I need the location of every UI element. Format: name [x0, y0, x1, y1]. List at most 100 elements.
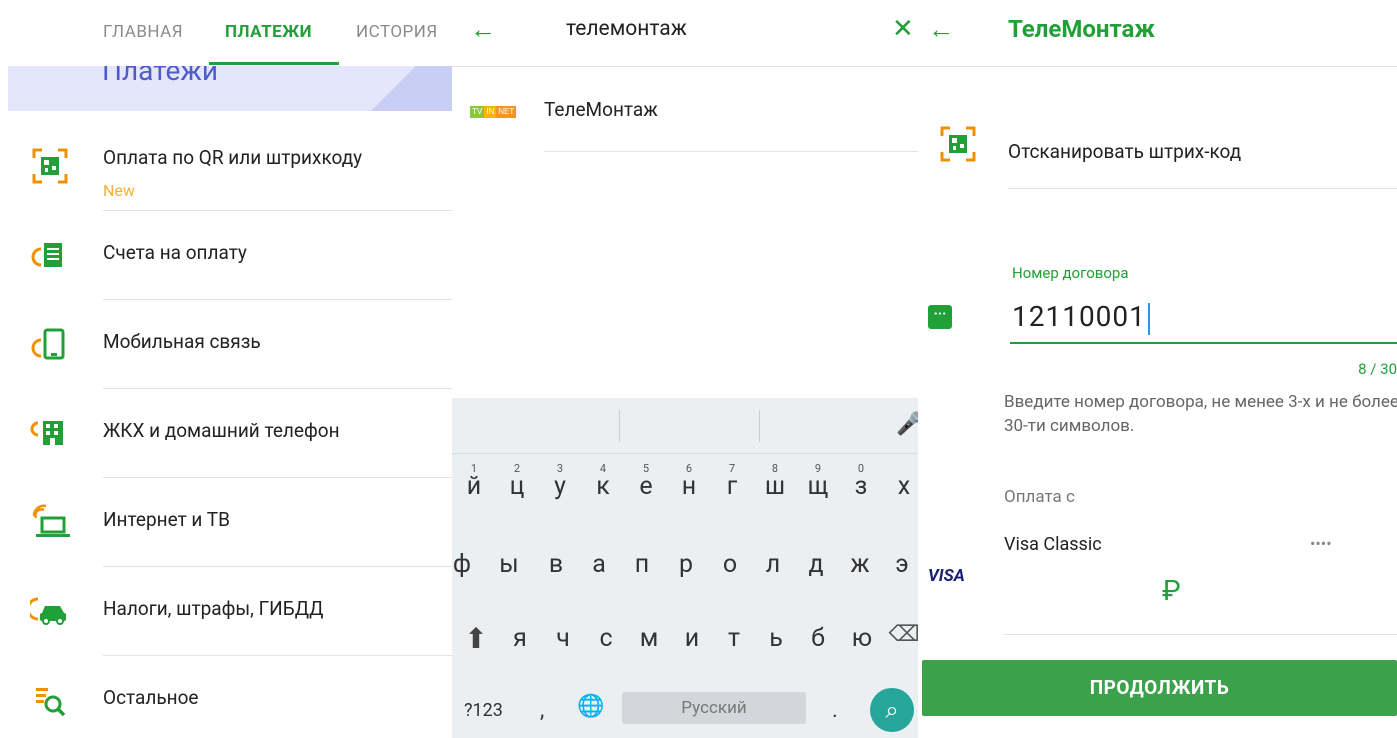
tab-main[interactable]: ГЛАВНАЯ	[103, 22, 183, 42]
tab-history[interactable]: ИСТОРИЯ	[356, 22, 438, 42]
contract-number-value: 12110001	[1012, 300, 1146, 333]
key[interactable]: м	[629, 624, 669, 664]
menu-item-label: Налоги, штрафы, ГИБДД	[103, 597, 324, 620]
menu-item-label: ЖКХ и домашний телефон	[103, 419, 340, 442]
shift-icon[interactable]: ⬆	[456, 622, 496, 662]
more-icon[interactable]: ···	[928, 305, 952, 329]
new-badge: New	[103, 181, 135, 200]
search-key-icon[interactable]: ⌕	[870, 688, 914, 732]
search-input[interactable]: телемонтаж	[566, 17, 687, 41]
card-masked-number: ••••	[1310, 534, 1332, 553]
key[interactable]: д	[796, 550, 836, 590]
key[interactable]: 4к	[583, 462, 623, 512]
header: ← ТелеМонтаж	[918, 0, 1397, 67]
key[interactable]: п	[622, 550, 662, 590]
divider	[619, 410, 620, 442]
scan-barcode-button[interactable]: Отсканировать штрих-код	[1008, 140, 1241, 163]
menu-item-taxes-fines[interactable]: Налоги, штрафы, ГИБДД	[0, 567, 452, 656]
banner-title: Платежи	[102, 66, 219, 87]
menu-item-label: Интернет и ТВ	[103, 508, 230, 531]
result-label: ТелеМонтаж	[544, 98, 658, 121]
key[interactable]: 1й	[454, 462, 494, 512]
text-caret	[1147, 302, 1150, 335]
divider	[759, 410, 760, 442]
input-underline	[1010, 342, 1397, 344]
logo-part: TV	[470, 106, 485, 118]
key[interactable]: и	[672, 624, 712, 664]
menu-item-label: Счета на оплату	[103, 241, 247, 264]
continue-button[interactable]: ПРОДОЛЖИТЬ	[922, 660, 1397, 716]
key[interactable]: ю	[842, 624, 882, 664]
key[interactable]: 0з	[841, 462, 881, 512]
space-key[interactable]: Русский	[622, 692, 806, 724]
divider	[544, 151, 918, 152]
input-hint: Введите номер договора, не менее 3-х и н…	[1004, 392, 1397, 436]
key[interactable]: ь	[756, 624, 796, 664]
pay-from-label: Оплата с	[1004, 487, 1075, 507]
backspace-icon[interactable]: ⌫	[884, 622, 918, 662]
divider	[1004, 634, 1397, 635]
period-key[interactable]: .	[832, 698, 838, 723]
key[interactable]: ы	[489, 550, 529, 590]
tab-payments[interactable]: ПЛАТЕЖИ	[225, 22, 312, 42]
menu-item-label: Мобильная связь	[103, 330, 261, 353]
mobile-phone-icon	[31, 328, 65, 360]
contract-number-input[interactable]: 12110001	[1012, 300, 1150, 335]
key[interactable]: я	[500, 624, 540, 664]
divider	[1008, 188, 1397, 189]
key[interactable]: 9щ	[798, 462, 838, 512]
key[interactable]: 3у	[540, 462, 580, 512]
key[interactable]: 7г	[712, 462, 752, 512]
barcode-scan-icon[interactable]	[938, 124, 978, 164]
back-arrow-icon[interactable]: ←	[470, 14, 496, 45]
key[interactable]: б	[798, 624, 838, 664]
key[interactable]: ж	[840, 550, 880, 590]
key[interactable]: р	[666, 550, 706, 590]
menu-item-label: Оплата по QR или штрихкоду	[103, 146, 363, 169]
microphone-icon[interactable]: 🎤	[896, 412, 918, 437]
back-arrow-icon[interactable]: ←	[928, 14, 954, 45]
key[interactable]: л	[753, 550, 793, 590]
bill-icon	[31, 243, 62, 267]
key[interactable]: 5е	[626, 462, 666, 512]
menu-item-internet-tv[interactable]: Интернет и ТВ	[0, 478, 452, 567]
key[interactable]: а	[579, 550, 619, 590]
key[interactable]: в	[536, 550, 576, 590]
key[interactable]: ф	[452, 550, 482, 590]
visa-logo: VISA	[928, 566, 965, 586]
page-title: ТелеМонтаж	[1008, 15, 1155, 43]
key[interactable]: э	[882, 550, 918, 590]
payment-form-screen: ← ТелеМонтаж Отсканировать штрих-код Ном…	[918, 0, 1397, 738]
menu-item-other[interactable]: Остальное	[0, 656, 452, 738]
building-icon	[30, 421, 63, 445]
currency-symbol: ₽	[1162, 574, 1181, 607]
menu-item-mobile[interactable]: Мобильная связь	[0, 300, 452, 389]
key[interactable]: о	[710, 550, 750, 590]
menu-item-qr-payment[interactable]: Оплата по QR или штрихкоду New	[0, 122, 452, 211]
comma-key[interactable]: ,	[540, 698, 544, 723]
qr-code-icon	[32, 148, 68, 184]
payments-screen: ГЛАВНАЯ ПЛАТЕЖИ ИСТОРИЯ Платежи Оплата п…	[0, 0, 452, 738]
card-select[interactable]: Visa Classic	[1004, 534, 1102, 555]
banner-decoration	[362, 66, 452, 111]
key[interactable]: с	[586, 624, 626, 664]
key[interactable]: 8ш	[755, 462, 795, 512]
onscreen-keyboard: 🎤 1й 2ц 3у 4к 5е 6н 7г 8ш 9щ 0з х ф ы в …	[452, 398, 918, 738]
symbols-key[interactable]: ?123	[464, 700, 503, 721]
menu-item-utilities[interactable]: ЖКХ и домашний телефон	[0, 389, 452, 478]
menu-item-bills[interactable]: Счета на оплату	[0, 211, 452, 300]
laptop-icon	[32, 504, 70, 537]
key[interactable]: 6н	[669, 462, 709, 512]
search-screen: ← телемонтаж ✕ TV IN NET ТелеМонтаж 🎤 1й…	[452, 0, 918, 738]
suggestion-strip: 🎤	[452, 398, 918, 454]
key[interactable]: ч	[543, 624, 583, 664]
char-counter: 8 / 30	[1358, 360, 1397, 378]
close-icon[interactable]: ✕	[892, 14, 914, 44]
active-tab-indicator	[209, 62, 339, 65]
key[interactable]: т	[714, 624, 754, 664]
globe-icon[interactable]: 🌐	[577, 694, 604, 719]
search-list-icon	[36, 688, 66, 717]
key[interactable]: х	[884, 472, 918, 512]
search-result-item[interactable]: TV IN NET ТелеМонтаж	[452, 66, 918, 152]
key[interactable]: 2ц	[497, 462, 537, 512]
